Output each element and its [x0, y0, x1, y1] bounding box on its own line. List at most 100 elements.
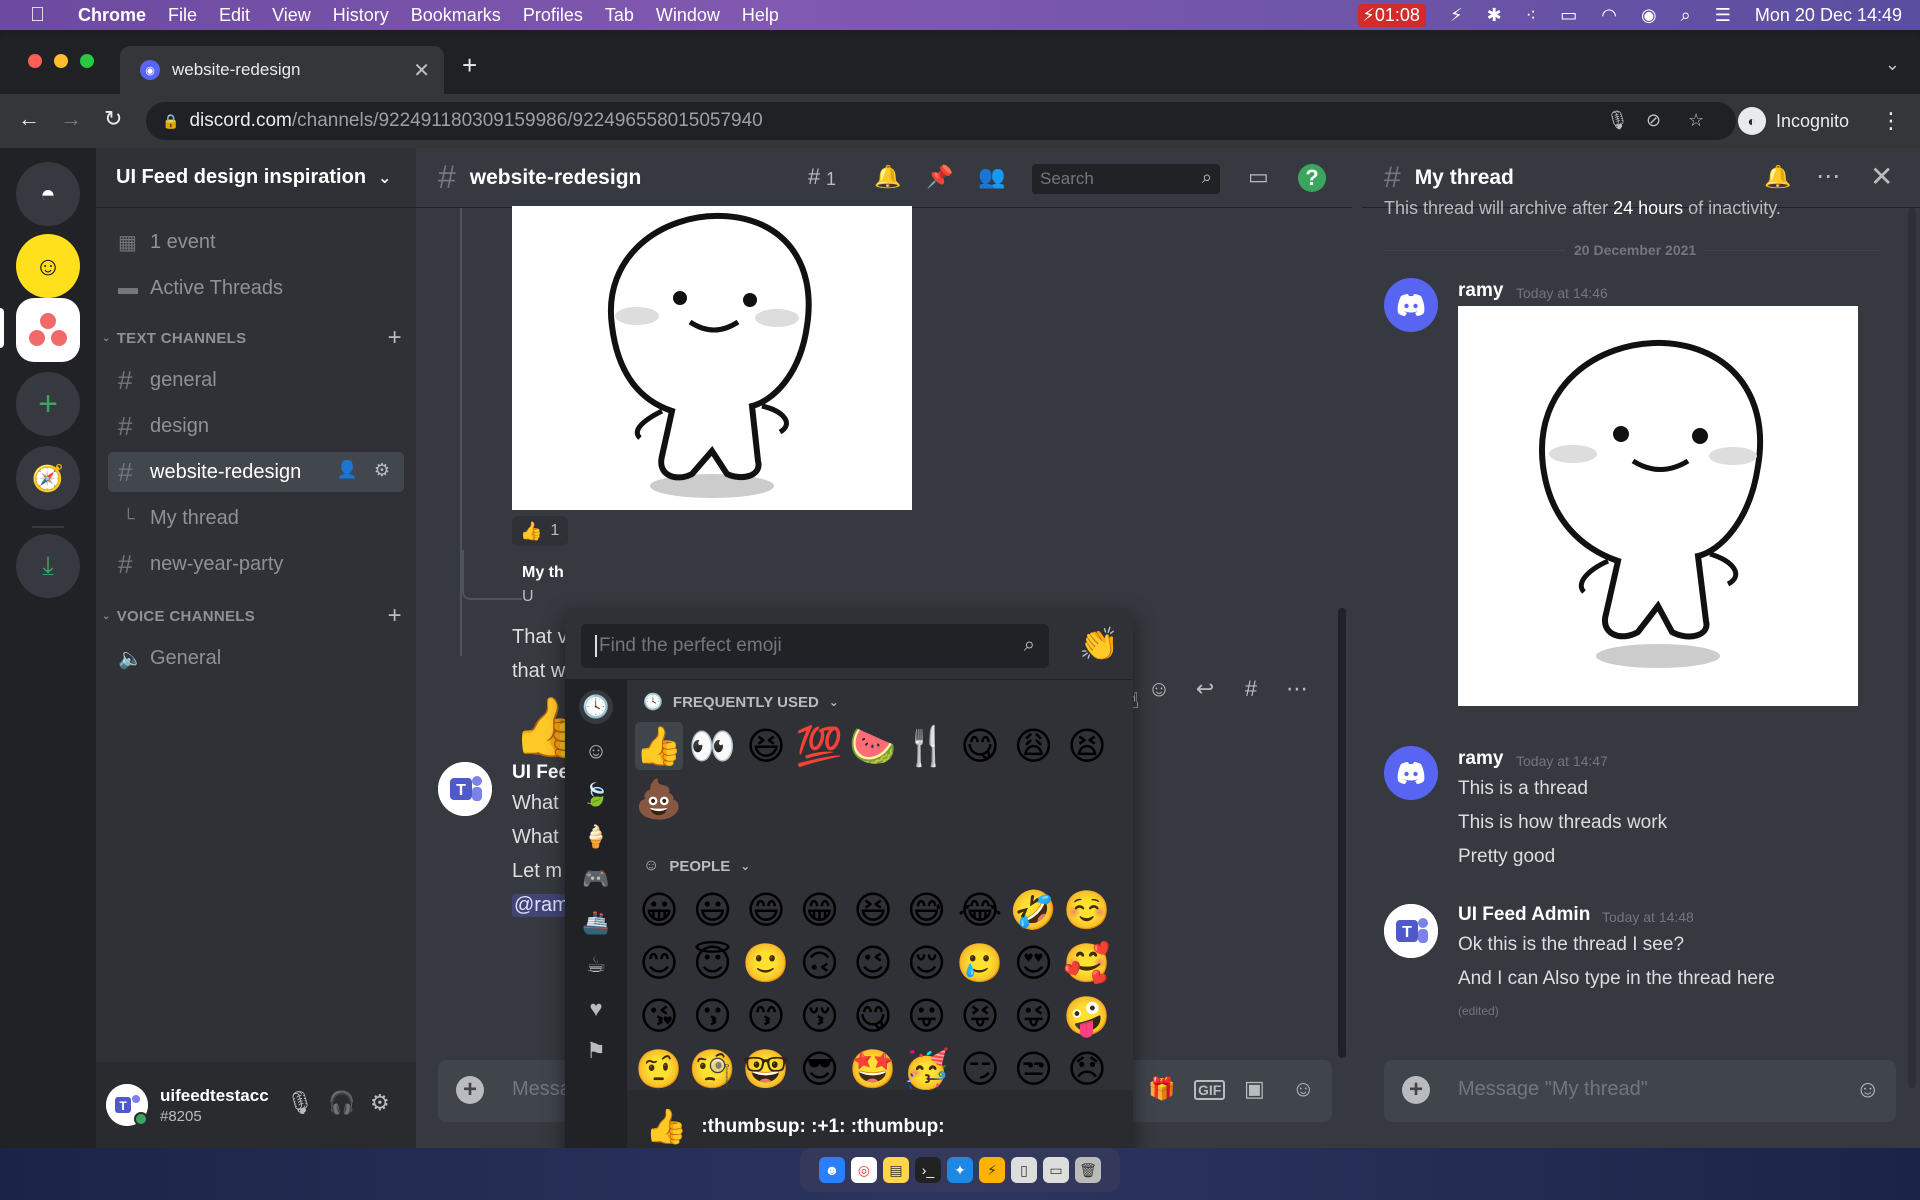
headphones-icon[interactable]: 🎧 — [328, 1090, 355, 1116]
people-emoji[interactable]: 😂 — [956, 886, 1004, 934]
people-emoji[interactable]: 😚 — [796, 992, 844, 1040]
ramy-avatar[interactable] — [1384, 278, 1438, 332]
create-thread-icon[interactable]: # — [1228, 676, 1274, 702]
spotlight-icon[interactable]: ⌕ — [1681, 5, 1691, 26]
frequent-emoji[interactable]: 😫 — [1063, 722, 1111, 770]
voice-channels-category[interactable]: ⌄ VOICE CHANNELS + — [102, 602, 402, 630]
people-emoji[interactable]: 🤓 — [742, 1045, 790, 1090]
message-author[interactable]: ramy — [1458, 748, 1503, 770]
emoji-icon[interactable]: ☺ — [1855, 1076, 1880, 1104]
text-channels-category[interactable]: ⌄ TEXT CHANNELS + — [102, 324, 402, 352]
channel-website-redesign[interactable]: # website-redesign 👤 ⚙ — [108, 452, 404, 492]
menu-tab[interactable]: Tab — [605, 5, 634, 26]
frequent-emoji[interactable]: 💯 — [796, 722, 844, 770]
forward-icon[interactable]: → — [60, 108, 82, 130]
microphone-icon[interactable]: 🎙 — [286, 1090, 314, 1116]
inbox-icon[interactable]: ▭ — [1248, 165, 1269, 189]
frequent-emoji[interactable]: 💩 — [635, 775, 683, 823]
frequent-emoji[interactable]: 😩 — [1010, 722, 1058, 770]
people-emoji[interactable]: 🥰 — [1063, 939, 1111, 987]
dots-icon[interactable]: ⁖ — [1526, 5, 1537, 26]
user-avatar[interactable]: T — [106, 1084, 148, 1126]
travel-boat-icon[interactable]: 🚢 — [579, 906, 613, 940]
people-emoji[interactable]: 😜 — [1010, 992, 1058, 1040]
sticker-image[interactable] — [1458, 306, 1858, 706]
chrome-menu-icon[interactable]: ⋮ — [1880, 108, 1902, 134]
menu-window[interactable]: Window — [656, 5, 720, 26]
food-icon[interactable]: 🍦 — [579, 820, 613, 854]
people-emoji[interactable]: 😝 — [956, 992, 1004, 1040]
people-emoji[interactable]: 😀 — [635, 886, 683, 934]
battery-icon[interactable]: ▭ — [1560, 5, 1577, 26]
bell-icon[interactable]: 🔔 — [1764, 164, 1791, 190]
terminal-icon[interactable]: ›_ — [915, 1157, 941, 1183]
menu-app-name[interactable]: Chrome — [78, 5, 146, 26]
people-emoji[interactable]: 🥳 — [903, 1045, 951, 1090]
frequent-emoji[interactable]: 😆 — [742, 722, 790, 770]
frequent-emoji[interactable]: 👍 — [635, 722, 683, 770]
close-window-button[interactable] — [28, 54, 42, 68]
more-options-icon[interactable]: ⋯ — [1816, 162, 1840, 191]
people-emoji[interactable]: 🤨 — [635, 1045, 683, 1090]
people-emoji[interactable]: 😋 — [849, 992, 897, 1040]
upload-plus-icon[interactable]: + — [456, 1076, 484, 1104]
menu-help[interactable]: Help — [742, 5, 779, 26]
menu-history[interactable]: History — [333, 5, 389, 26]
chat-scrollbar[interactable] — [1338, 608, 1346, 1058]
people-emoji[interactable]: 😅 — [903, 886, 951, 934]
reload-icon[interactable]: ↻ — [104, 108, 122, 130]
menu-edit[interactable]: Edit — [219, 5, 250, 26]
ramy-avatar[interactable] — [1384, 746, 1438, 800]
microphone-icon[interactable]: 🎙 — [1606, 110, 1629, 131]
gear-icon[interactable]: ⚙ — [374, 460, 390, 481]
flags-icon[interactable]: ⚑ — [579, 1034, 613, 1068]
more-options-icon[interactable]: ⋯ — [1274, 676, 1320, 702]
preview-icon[interactable]: ▭ — [1043, 1157, 1069, 1183]
create-channel-icon[interactable]: + — [388, 324, 402, 352]
trash-icon[interactable]: 🗑 — [1075, 1157, 1101, 1183]
people-header[interactable]: ☺ PEOPLE ⌄ — [643, 854, 750, 878]
bolt-app-icon[interactable]: ⚡ — [979, 1157, 1005, 1183]
recent-clock-icon[interactable]: 🕓 — [579, 690, 613, 724]
events-link[interactable]: ▦ 1 event — [108, 222, 404, 262]
thread-scrollbar[interactable] — [1908, 208, 1916, 1088]
new-tab-button[interactable]: + — [462, 52, 477, 78]
people-emoji[interactable]: 😙 — [742, 992, 790, 1040]
people-emoji[interactable]: 🤣 — [1010, 886, 1058, 934]
activities-gamepad-icon[interactable]: 🎮 — [579, 862, 613, 896]
safari-icon[interactable]: ✦ — [947, 1157, 973, 1183]
people-emoji[interactable]: 😞 — [1063, 1045, 1111, 1090]
member-list-icon[interactable]: 👥 — [978, 165, 1005, 189]
voice-channel-general[interactable]: 🔈 General — [108, 638, 404, 678]
channel-general[interactable]: # general — [108, 360, 404, 400]
people-smiley-icon[interactable]: ☺ — [579, 734, 613, 768]
message-author[interactable]: ramy — [1458, 280, 1503, 302]
notes-icon[interactable]: ▤ — [883, 1157, 909, 1183]
people-emoji[interactable]: ☺️ — [1063, 886, 1111, 934]
apple-icon[interactable]:  — [30, 4, 50, 26]
people-emoji[interactable]: 😊 — [635, 939, 683, 987]
camera-blocked-icon[interactable]: ⊘ — [1646, 110, 1661, 131]
help-icon[interactable]: ? — [1298, 164, 1326, 192]
thread-preview-name[interactable]: My th — [522, 564, 564, 582]
create-voice-channel-icon[interactable]: + — [388, 602, 402, 630]
frequent-emoji[interactable]: 👀 — [689, 722, 737, 770]
settings-gear-icon[interactable]: ⚙ — [370, 1090, 390, 1116]
control-center-icon[interactable]: ☰ — [1715, 5, 1731, 26]
upload-plus-icon[interactable]: + — [1402, 1076, 1430, 1104]
people-emoji[interactable]: 😎 — [796, 1045, 844, 1090]
address-bar[interactable]: 🔒 discord.com/channels/92249118030915998… — [146, 102, 1736, 140]
people-emoji[interactable]: 😏 — [956, 1045, 1004, 1090]
skin-tone-selector-icon[interactable]: 👏 — [1079, 626, 1119, 662]
bell-icon[interactable]: 🔔 — [874, 165, 901, 189]
zoom-window-button[interactable] — [80, 54, 94, 68]
people-emoji[interactable]: 😆 — [849, 886, 897, 934]
discord-home-icon[interactable]: ◓ — [16, 162, 80, 226]
finder-icon[interactable]: ☻ — [819, 1157, 845, 1183]
menu-file[interactable]: File — [168, 5, 197, 26]
mailchimp-server-icon[interactable]: ☺ — [16, 234, 80, 298]
channel-new-year-party[interactable]: # new-year-party — [108, 544, 404, 584]
objects-cup-icon[interactable]: ☕ — [579, 948, 613, 982]
gif-icon[interactable]: GIF — [1194, 1080, 1226, 1100]
people-emoji[interactable]: 😉 — [849, 939, 897, 987]
